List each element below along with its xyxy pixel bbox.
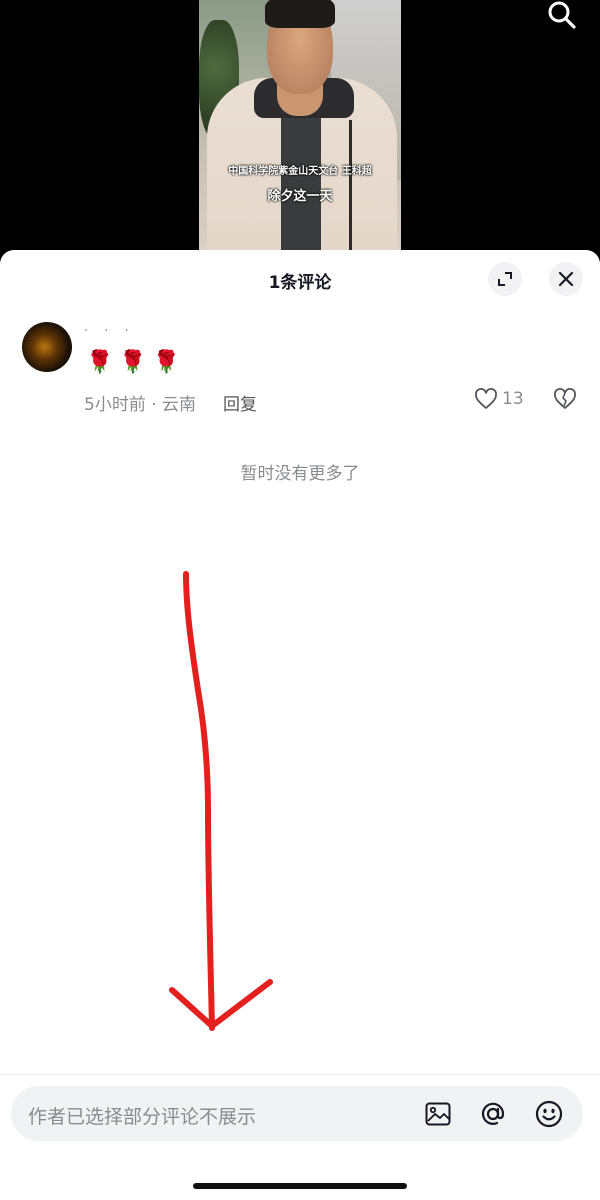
heart-icon xyxy=(475,388,497,409)
search-button[interactable] xyxy=(542,0,582,32)
comment-input[interactable]: 作者已选择部分评论不展示 xyxy=(11,1086,583,1141)
mention-button[interactable] xyxy=(477,1098,509,1130)
broken-heart-icon xyxy=(554,388,576,409)
input-divider xyxy=(0,1074,600,1075)
video-caption-subtitle: 除夕这一天 xyxy=(267,189,333,204)
close-icon xyxy=(558,271,574,287)
expand-button[interactable] xyxy=(488,262,522,296)
close-button[interactable] xyxy=(549,262,583,296)
at-icon xyxy=(481,1102,505,1125)
image-button[interactable] xyxy=(422,1098,454,1130)
like-count: 13 xyxy=(502,389,524,409)
app-screen: 中国科学院紫金山天文台 王科超 除夕这一天 1条评论 · · · 🌹🌹🌹 5小时… xyxy=(0,0,600,1200)
avatar[interactable] xyxy=(22,322,72,372)
emoji-icon xyxy=(535,1100,563,1128)
comment-meta: 5小时前 · 云南 xyxy=(84,395,197,415)
video-caption-speaker: 中国科学院紫金山天文台 王科超 xyxy=(228,166,372,177)
search-icon xyxy=(548,1,576,29)
reply-button[interactable]: 回复 xyxy=(223,390,257,415)
home-indicator xyxy=(193,1183,407,1189)
comment-text: 🌹🌹🌹 xyxy=(86,350,187,375)
no-more-text: 暂时没有更多了 xyxy=(240,464,360,484)
comment-item: · · · 🌹🌹🌹 5小时前 · 云南 回复 13 xyxy=(0,320,600,420)
image-icon xyxy=(425,1102,451,1126)
video-player[interactable]: 中国科学院紫金山天文台 王科超 除夕这一天 xyxy=(199,0,401,262)
video-person-hair xyxy=(265,0,335,28)
like-button[interactable]: 13 xyxy=(474,388,524,410)
expand-icon xyxy=(498,272,512,286)
dislike-button[interactable] xyxy=(553,388,577,414)
comment-input-placeholder: 作者已选择部分评论不展示 xyxy=(28,1106,257,1128)
emoji-button[interactable] xyxy=(533,1098,565,1130)
comment-username[interactable]: · · · xyxy=(84,324,135,339)
comment-sheet: 1条评论 · · · 🌹🌹🌹 5小时前 · 云南 回复 13 暂时没有更多了 作… xyxy=(0,250,600,1200)
